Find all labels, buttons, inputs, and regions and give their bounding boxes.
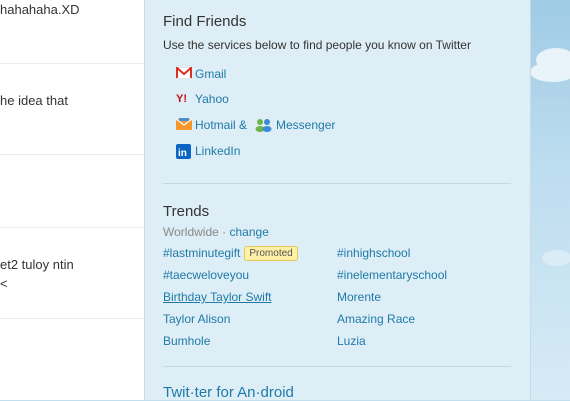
trend-item[interactable]: Taylor Alison <box>163 312 230 326</box>
section-divider <box>163 366 511 367</box>
trends-title: Trends <box>163 203 210 220</box>
trend-item[interactable]: Bumhole <box>163 334 210 348</box>
gmail-link[interactable]: Gmail <box>175 66 227 81</box>
gmail-label: Gmail <box>195 67 227 81</box>
tweet-item[interactable]: et2 tuloy ntin < <box>0 228 144 319</box>
cloud <box>530 62 570 82</box>
svg-text:in: in <box>178 148 187 159</box>
trend-item[interactable]: #inhighschool <box>337 246 410 260</box>
timeline: hahahaha.XD he idea that et2 tuloy ntin … <box>0 0 145 400</box>
trends-location: Worldwide <box>163 225 219 239</box>
trend-item[interactable]: Birthday Taylor Swift <box>163 290 272 304</box>
tweet-item[interactable] <box>0 319 144 399</box>
messenger-link[interactable]: Messenger <box>276 118 335 132</box>
tweet-text: et2 tuloy ntin <box>0 257 74 272</box>
trend-item[interactable]: Amazing Race <box>337 312 415 326</box>
trend-item[interactable]: #inelementaryschool <box>337 268 447 282</box>
trend-item[interactable]: Morente <box>337 290 381 304</box>
linkedin-link[interactable]: in LinkedIn <box>176 144 241 159</box>
messenger-icon <box>255 118 273 132</box>
trend-label: #inelementaryschool <box>337 268 448 282</box>
trend-label: #lastminutegift <box>163 246 241 260</box>
tweet-text-line2: < <box>0 276 8 291</box>
trends-change-link[interactable]: change <box>230 225 269 239</box>
trend-label: Bumhole <box>163 334 211 348</box>
tweet-item[interactable]: hahahaha.XD <box>0 0 144 64</box>
trend-label: Taylor Alison <box>163 312 231 326</box>
find-friends-subtitle: Use the services below to find people yo… <box>163 38 471 52</box>
yahoo-icon: Y! <box>176 92 192 106</box>
trend-label: Amazing Race <box>337 312 416 326</box>
trends-location-row: Worldwide · change <box>163 225 269 239</box>
trend-label: Birthday Taylor Swift <box>163 290 272 304</box>
trend-label: #taecweloveyou <box>163 268 250 282</box>
linkedin-icon: in <box>176 144 192 159</box>
hotmail-messenger-row: Hotmail & Messenger <box>175 118 335 132</box>
tweet-text: hahahaha.XD <box>0 2 80 17</box>
tweet-item[interactable] <box>0 155 144 228</box>
tweet-item[interactable]: he idea that <box>0 64 144 155</box>
cloud <box>542 250 570 266</box>
trend-item[interactable]: #taecweloveyou <box>163 268 249 282</box>
android-title[interactable]: Twit·ter for An·droid <box>163 384 294 401</box>
tweet-text: he idea that <box>0 93 68 108</box>
yahoo-link[interactable]: Y! Yahoo <box>176 92 229 106</box>
hotmail-icon <box>175 118 193 132</box>
trends-separator: · <box>222 225 227 239</box>
svg-text:Y!: Y! <box>176 93 187 104</box>
background-sky <box>530 0 570 400</box>
linkedin-label: LinkedIn <box>195 144 241 158</box>
trend-label: Morente <box>337 290 382 304</box>
yahoo-label: Yahoo <box>195 92 229 106</box>
hotmail-link[interactable]: Hotmail & <box>195 118 247 132</box>
trend-label: Luzia <box>337 334 366 348</box>
dashboard: Find Friends Use the services below to f… <box>145 0 531 401</box>
trend-item[interactable]: #lastminutegift Promoted <box>163 246 298 261</box>
gmail-icon <box>175 66 193 81</box>
section-divider <box>163 183 511 184</box>
find-friends-title: Find Friends <box>163 13 247 30</box>
promoted-badge: Promoted <box>244 246 298 261</box>
trend-item[interactable]: Luzia <box>337 334 366 348</box>
trend-label: #inhighschool <box>337 246 411 260</box>
